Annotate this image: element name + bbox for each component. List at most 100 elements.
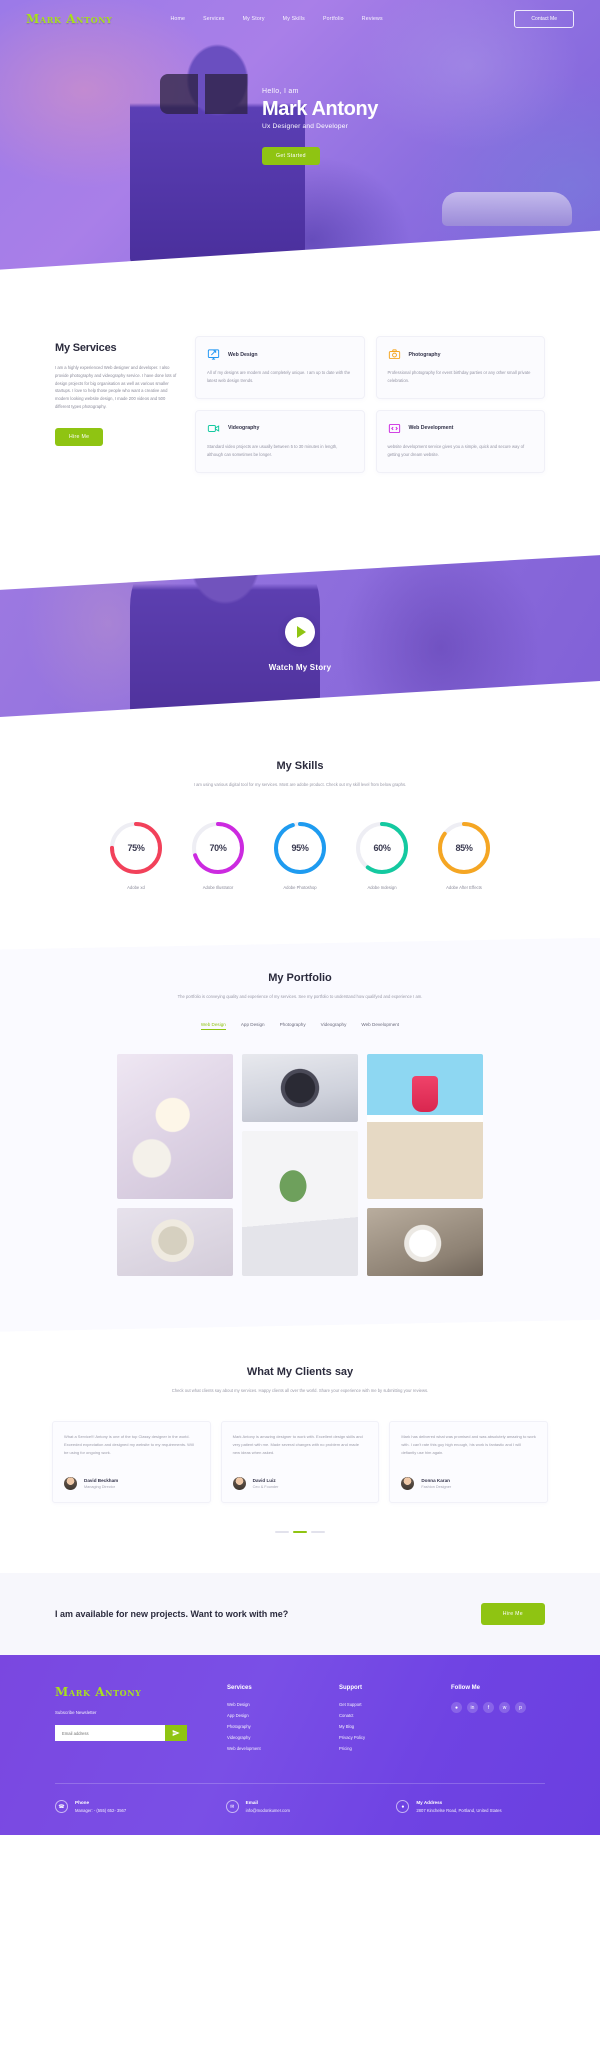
service-card-text: website development service gives you a … [387,443,525,457]
carousel-dot-active[interactable] [293,1531,307,1534]
portfolio-section: My Portfolio The portfolio is conveying … [0,937,600,1332]
portfolio-filter-web-design[interactable]: Web Design [200,1022,226,1030]
newsletter-email-input[interactable] [55,1725,165,1742]
nav-item-my-story[interactable]: My Story [243,16,265,22]
service-card-web-development[interactable]: Web Development website development serv… [375,409,545,473]
service-card-text: Professional photography for event birth… [387,370,531,383]
footer-link[interactable]: Web development [227,1746,317,1751]
footer-link[interactable]: My Blog [339,1724,429,1729]
carousel-dot[interactable] [275,1531,289,1534]
watch-my-story-label: Watch My Story [268,662,332,672]
code-icon [388,423,400,434]
monitor-icon [207,349,220,360]
portfolio-item-watch-macro[interactable] [117,1207,233,1276]
carousel-dot[interactable] [311,1531,325,1534]
play-video-button[interactable] [285,616,315,647]
footer-contacts: ☎ Phone Manager: - (555) 652- 3567 ✉ Ema… [55,1784,545,1835]
portfolio-item-coffee-cup[interactable] [367,1207,483,1276]
footer-contact-phone: ☎ Phone Manager: - (555) 652- 3567 [55,1800,204,1814]
reviews-subtitle: Check out what clients say about my serv… [171,1387,429,1393]
send-icon [172,1730,180,1737]
hero-greeting: Hello, I am [262,88,299,95]
service-card-title: Web Development [408,425,454,432]
dribbble-icon[interactable]: ● [451,1702,462,1714]
contact-title: My Address [416,1800,443,1806]
services-title: My Services [55,342,117,354]
footer-link[interactable]: Get Support [339,1702,429,1707]
cta-hire-me-button[interactable]: Hire Me [480,1603,545,1626]
mail-icon: ✉ [225,1800,239,1814]
service-card-videography[interactable]: Videography Standard video projects are … [195,409,365,473]
footer-column-heading: Services [227,1685,252,1692]
nav-item-my-skills[interactable]: My Skills [283,16,305,22]
service-card-photography[interactable]: Photography Professional photography for… [375,336,545,399]
newsletter-submit-button[interactable] [165,1725,187,1742]
skill-percent: 70% [209,842,227,853]
skills-section: My Skills I am using various digital too… [0,737,600,938]
reviews-title: What My Clients say [246,1365,354,1378]
footer-link[interactable]: Conatct [339,1713,429,1718]
portfolio-grid [0,1053,600,1276]
skill-label: Adobe Indesign [367,884,397,890]
review-card: What a Service!!! Antony is one of the t… [52,1421,211,1504]
contact-me-button[interactable]: Contact Me [514,10,574,28]
twitter-icon[interactable]: w [499,1702,510,1714]
nav-item-portfolio[interactable]: Portfolio [323,16,344,22]
contact-value: Manager: - (555) 652- 3567 [75,1808,127,1814]
portfolio-item-plant-notebook[interactable] [242,1130,358,1276]
service-card-text: All of my designs are modern and complet… [207,370,351,383]
skills-subtitle: I am using various digital tool for my s… [193,781,407,787]
service-card-title: Videography [228,425,260,432]
services-section: My Services I am a highly experienced We… [0,300,600,533]
footer-link[interactable]: Pricing [339,1746,429,1751]
avatar [232,1477,246,1491]
carousel-dots [0,1531,600,1534]
portfolio-filter-photography[interactable]: Photography [280,1022,306,1030]
facebook-icon[interactable]: f [483,1702,494,1714]
nav-item-reviews[interactable]: Reviews [362,16,383,22]
footer-column-support: Support Get Support Conatct My Blog Priv… [339,1685,429,1757]
footer-link[interactable]: Videography [227,1735,317,1740]
footer-column-heading: Support [339,1685,362,1692]
get-started-button[interactable]: Get Started [262,147,320,165]
my-story-section: Watch My Story [0,532,600,738]
services-paragraph: I am a highly experienced Web designer a… [55,365,177,409]
footer-link[interactable]: Photography [227,1724,317,1729]
pinterest-icon[interactable]: p [515,1702,526,1714]
portfolio-filter-app-design[interactable]: App Design [241,1022,265,1030]
service-card-web-design[interactable]: Web Design All of my designs are modern … [195,336,365,399]
service-cards-grid: Web Design All of my designs are modern … [195,336,545,473]
footer-link[interactable]: Web Design [227,1702,317,1707]
skill-item: 75% Adobe xd [108,820,164,890]
hero-car-decor [442,192,572,226]
review-text: Mark has delivered what was promised and… [401,1434,536,1456]
cta-banner: I am available for new projects. Want to… [0,1573,600,1656]
footer-link[interactable]: Privacy Policy [339,1735,429,1740]
contact-value: 2807 Kinchelse Road, Portland, United St… [416,1808,502,1814]
portfolio-filter-web-development[interactable]: Web Development [361,1022,399,1030]
hero-copy: Hello, I am Mark Antony Ux Designer and … [262,88,378,165]
review-author-role: Fashion Designer [421,1485,452,1490]
portfolio-item-wristwatch[interactable] [242,1053,358,1122]
review-author-name: Donna Karan [421,1478,450,1484]
portfolio-filter-videography[interactable]: Videography [321,1022,347,1030]
skill-item: 60% Adobe Indesign [354,820,410,890]
review-text: What a Service!!! Antony is one of the t… [64,1434,194,1456]
portfolio-item-beach-drink[interactable] [367,1053,483,1199]
page-root: Mark Antony Home Services My Story My Sk… [0,0,600,1836]
review-author-name: David Beckham [84,1478,119,1484]
site-logo[interactable]: Mark Antony [26,12,112,26]
location-icon: ● [396,1800,410,1814]
nav-item-home[interactable]: Home [170,16,185,22]
reviews-section: What My Clients say Check out what clien… [0,1331,600,1574]
service-card-title: Photography [408,351,441,358]
skill-label: Adobe Photoshop [283,884,317,890]
camera-icon [388,349,400,360]
footer-link[interactable]: App Design [227,1713,317,1718]
portfolio-item-tea-cup[interactable] [117,1053,233,1199]
linkedin-icon[interactable]: in [467,1702,478,1714]
services-hire-me-button[interactable]: Hire Me [55,427,104,446]
nav-item-services[interactable]: Services [203,16,225,22]
phone-icon: ☎ [55,1800,68,1814]
footer-logo[interactable]: Mark Antony [55,1685,205,1699]
